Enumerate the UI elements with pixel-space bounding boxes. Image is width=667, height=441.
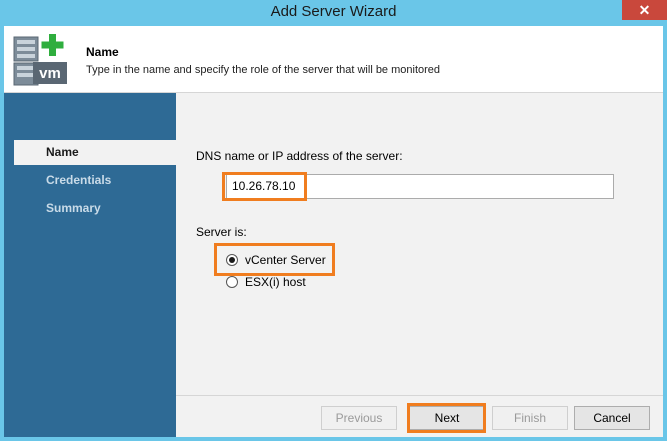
vm-server-add-icon: vm [13,34,67,86]
wizard-steps-sidebar: Name Credentials Summary [4,93,176,437]
step-summary[interactable]: Summary [14,196,176,221]
finish-button[interactable]: Finish [492,406,568,430]
step-name[interactable]: Name [14,140,176,165]
wizard-footer: Previous Next Finish Cancel [176,395,663,437]
radio-button-unchecked[interactable] [226,275,238,288]
server-role-label: Server is: [196,225,247,239]
previous-button[interactable]: Previous [321,406,397,430]
page-title: Name [86,45,119,59]
page-description: Type in the name and specify the role of… [86,64,441,76]
input-highlight-box [222,172,307,201]
wizard-content: DNS name or IP address of the server: 10… [176,93,663,395]
dns-field-label: DNS name or IP address of the server: [196,149,403,163]
step-credentials[interactable]: Credentials [14,168,176,193]
close-button[interactable]: ✕ [622,0,667,20]
window-title: Add Server Wizard [270,3,397,20]
cancel-button[interactable]: Cancel [574,406,650,430]
radio-highlight-box [214,243,335,276]
vm-logo-text: vm [39,65,61,82]
wizard-window: vm Name Type in the name and specify the… [4,26,663,437]
radio-esxi-host[interactable]: ESX(i) host [226,273,306,291]
title-bar: Add Server Wizard ✕ [0,0,667,26]
wizard-header: vm Name Type in the name and specify the… [4,26,663,93]
next-highlight-box [407,403,486,433]
radio-esxi-label: ESX(i) host [245,275,306,289]
